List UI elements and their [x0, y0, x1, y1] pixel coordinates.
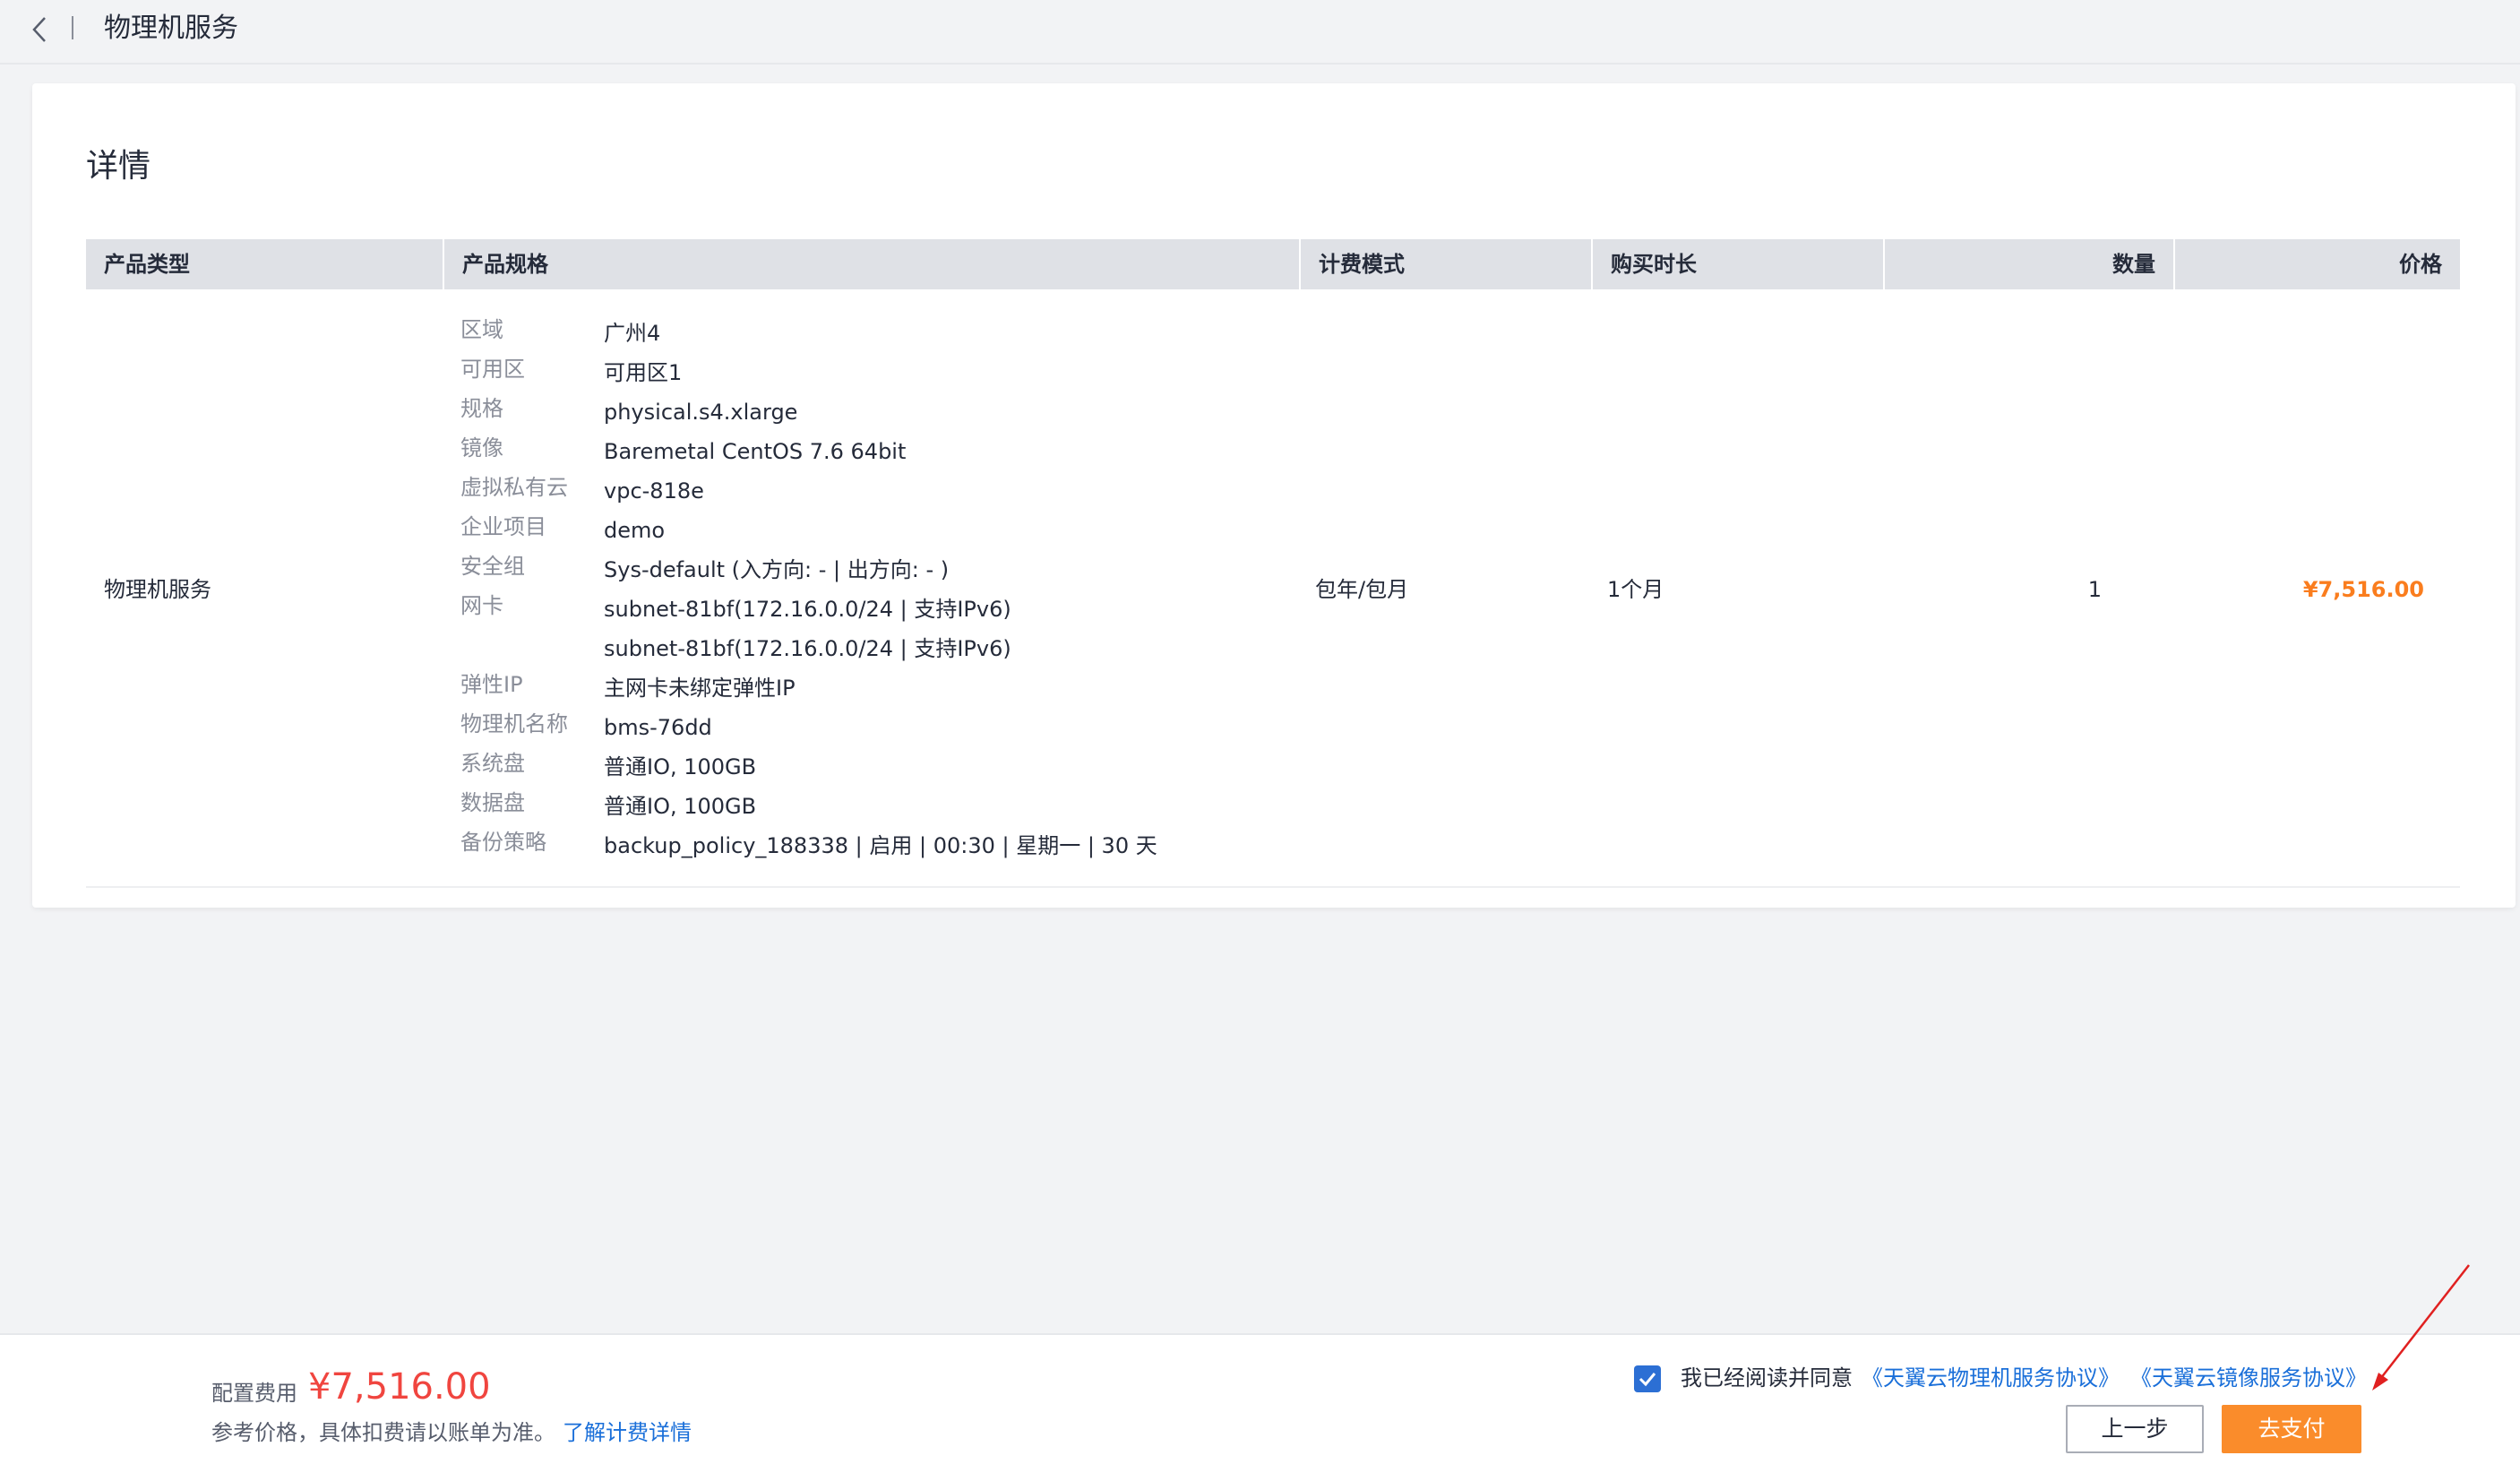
top-bar: 物理机服务 — [0, 0, 2520, 65]
fee-label: 配置费用 — [211, 1381, 297, 1406]
spec-label: 企业项目 — [460, 514, 546, 539]
pay-button[interactable]: 去支付 — [2222, 1405, 2361, 1453]
spec-label: 物理机名称 — [460, 711, 568, 736]
spec-label: 区域 — [460, 317, 503, 342]
spec-label: 可用区 — [460, 357, 525, 382]
fee-amount: ¥7,516.00 — [308, 1366, 491, 1408]
checkbox-checked-icon — [1638, 1373, 1656, 1387]
spec-value: 主网卡未绑定弹性IP — [604, 676, 796, 701]
table-header: 产品类型 产品规格 计费模式 购买时长 数量 价格 — [86, 239, 2460, 289]
spec-value: backup_policy_188338 | 启用 | 00:30 | 星期一 … — [604, 833, 1157, 858]
spec-label: 系统盘 — [460, 751, 525, 776]
column-header-quantity: 数量 — [2112, 252, 2155, 277]
column-header-price: 价格 — [2399, 252, 2442, 277]
cell-price: ¥7,516.00 — [2302, 577, 2424, 602]
previous-button[interactable]: 上一步 — [2066, 1405, 2204, 1453]
cell-billing-mode: 包年/包月 — [1315, 577, 1409, 602]
billing-details-link[interactable]: 了解计费详情 — [563, 1417, 692, 1448]
cell-product-type: 物理机服务 — [104, 577, 211, 602]
spec-value: vpc-818e — [604, 478, 704, 504]
title-divider — [72, 16, 73, 39]
spec-value: demo — [604, 518, 666, 543]
spec-value: subnet-81bf(172.16.0.0/24 | 支持IPv6) — [604, 597, 1011, 622]
fee-note: 参考价格，具体扣费请以账单为准。 — [211, 1420, 555, 1445]
page-title: 物理机服务 — [104, 13, 238, 44]
spec-label: 弹性IP — [460, 672, 523, 697]
agreement-link-image[interactable]: 《天翼云镜像服务协议》 — [2130, 1362, 2367, 1394]
column-header-duration: 购买时长 — [1611, 252, 1697, 277]
agreement-link-bms[interactable]: 《天翼云物理机服务协议》 — [1862, 1362, 2120, 1394]
footer-bar: 配置费用 ¥7,516.00 参考价格，具体扣费请以账单为准。 了解计费详情 我… — [0, 1333, 2520, 1464]
spec-label: 安全组 — [460, 554, 525, 579]
spec-label: 数据盘 — [460, 790, 525, 815]
details-card: 详情 产品类型 产品规格 计费模式 购买时长 数量 价格 物理机服务 区域 广州… — [32, 83, 2516, 908]
agree-text: 我已经阅读并同意 — [1681, 1365, 1853, 1391]
spec-value: 普通IO, 100GB — [604, 794, 757, 819]
spec-value: 可用区1 — [604, 360, 683, 385]
column-header-spec: 产品规格 — [462, 252, 548, 277]
cell-quantity: 1 — [2087, 577, 2102, 602]
spec-value: 广州4 — [604, 321, 661, 346]
cell-duration: 1个月 — [1607, 577, 1664, 602]
spec-label: 镜像 — [460, 435, 503, 461]
column-header-product-type: 产品类型 — [104, 252, 190, 277]
spec-value: bms-76dd — [604, 715, 712, 740]
spec-label: 网卡 — [460, 593, 503, 618]
spec-value: physical.s4.xlarge — [604, 400, 798, 425]
spec-label: 备份策略 — [460, 830, 546, 855]
spec-label: 规格 — [460, 396, 503, 421]
spec-value: Baremetal CentOS 7.6 64bit — [604, 439, 907, 464]
agree-checkbox[interactable] — [1634, 1365, 1661, 1392]
spec-value: 普通IO, 100GB — [604, 754, 757, 779]
chevron-left-icon[interactable] — [27, 14, 54, 45]
spec-label: 虚拟私有云 — [460, 475, 568, 500]
column-header-billing-mode: 计费模式 — [1319, 252, 1405, 277]
row-divider — [86, 886, 2460, 888]
spec-value: subnet-81bf(172.16.0.0/24 | 支持IPv6) — [604, 636, 1011, 661]
spec-value: Sys-default (入方向: - | 出方向: - ) — [604, 557, 950, 582]
section-title: 详情 — [86, 148, 151, 185]
